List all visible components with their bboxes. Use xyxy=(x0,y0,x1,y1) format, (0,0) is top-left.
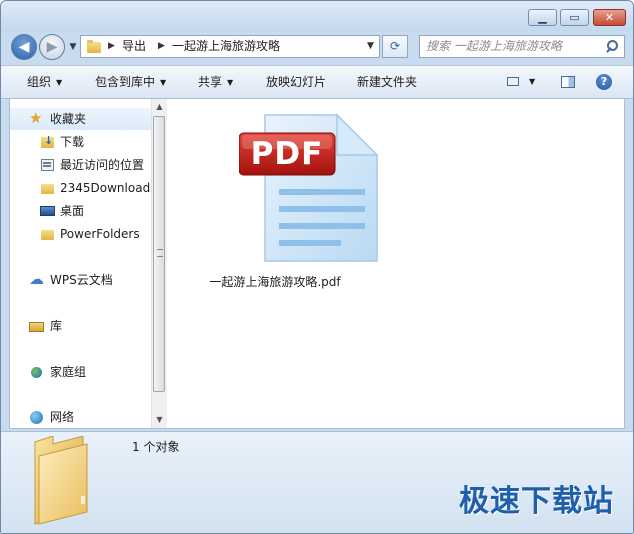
share-menu[interactable]: 共享 ▼ xyxy=(198,74,233,91)
scroll-down-button[interactable]: ▼ xyxy=(152,412,167,428)
navigation-pane-scrollbar[interactable]: ▲ ▼ xyxy=(151,99,167,428)
sidebar-item-recent-places[interactable]: 最近访问的位置 xyxy=(10,154,151,176)
sidebar-item-wps-cloud[interactable]: WPS云文档 xyxy=(10,269,151,291)
dropdown-arrow-icon: ▼ xyxy=(227,78,234,87)
file-item-pdf[interactable]: PDF 一起游上海旅游攻略.pdf xyxy=(191,107,378,293)
file-name: 一起游上海旅游攻略.pdf xyxy=(209,275,341,289)
file-list: PDF 一起游上海旅游攻略.pdf xyxy=(167,99,624,428)
include-in-library-label: 包含到库中 xyxy=(95,75,156,89)
sidebar-item-label: 最近访问的位置 xyxy=(60,158,145,172)
dropdown-arrow-icon: ▼ xyxy=(160,78,167,87)
help-icon[interactable] xyxy=(596,74,612,90)
folder-icon xyxy=(34,436,88,525)
homegroup-icon xyxy=(29,365,44,379)
organize-menu[interactable]: 组织 ▼ xyxy=(27,74,62,91)
watermark-logo: 极速下载站 xyxy=(459,484,614,519)
sidebar-item-label: 收藏夹 xyxy=(50,112,87,126)
favorites-star-icon xyxy=(29,109,44,127)
details-pane: 1 个对象 极速下载站 xyxy=(1,431,633,533)
view-options-dropdown[interactable]: ▼ xyxy=(529,74,535,90)
sidebar-item-label: PowerFolders xyxy=(60,227,140,241)
refresh-button[interactable]: ⟳ xyxy=(382,35,408,58)
back-arrow-icon: ◀ xyxy=(18,39,30,55)
sidebar-item-network[interactable]: 网络 xyxy=(10,406,151,428)
breadcrumb-separator[interactable]: ▶ xyxy=(108,39,115,54)
new-folder-button[interactable]: 新建文件夹 xyxy=(357,74,417,90)
sidebar-item-desktop[interactable]: 桌面 xyxy=(10,200,151,222)
explorer-window: ▁ ▭ ✕ ◀ ▶ ▼ ▶ 导出 ▶ 一起游上海旅游攻略 ▼ ⟳ 搜索 一起游上… xyxy=(0,0,634,534)
library-icon xyxy=(29,319,44,333)
downloads-folder-icon xyxy=(40,134,55,149)
sidebar-item-homegroup[interactable]: 家庭组 xyxy=(10,361,151,383)
sidebar-item-libraries[interactable]: 库 xyxy=(10,315,151,337)
search-placeholder: 搜索 一起游上海旅游攻略 xyxy=(426,39,562,53)
desktop-icon xyxy=(40,204,55,218)
cloud-icon xyxy=(29,270,44,288)
sidebar-item-label: 家庭组 xyxy=(50,365,87,379)
sidebar-item-favorites[interactable]: 收藏夹 xyxy=(10,108,151,130)
search-input[interactable]: 搜索 一起游上海旅游攻略 xyxy=(419,35,625,58)
minimize-button[interactable]: ▁ xyxy=(528,9,557,26)
network-icon xyxy=(29,410,44,424)
recent-places-icon xyxy=(40,158,55,172)
sidebar-item-2345downloads[interactable]: 2345Downloads xyxy=(10,177,151,199)
change-view-icon[interactable] xyxy=(506,74,520,90)
pdf-badge-text: PDF xyxy=(250,136,324,172)
item-count: 1 个对象 xyxy=(132,440,180,454)
sidebar-item-label: 2345Downloads xyxy=(60,181,151,195)
content-area: 收藏夹 下载 最近访问的位置 2345Downloads 桌面 PowerFol… xyxy=(9,98,625,429)
forward-button[interactable]: ▶ xyxy=(39,34,65,60)
scrollbar-grip-icon xyxy=(157,249,163,257)
slideshow-button[interactable]: 放映幻灯片 xyxy=(266,74,326,90)
scrollbar-thumb[interactable] xyxy=(153,116,165,392)
sidebar-item-label: 网络 xyxy=(50,410,75,424)
maximize-button[interactable]: ▭ xyxy=(560,9,589,26)
recent-pages-dropdown[interactable]: ▼ xyxy=(67,41,79,53)
folder-icon xyxy=(40,181,55,195)
title-bar: ▁ ▭ ✕ xyxy=(1,1,633,31)
sidebar-item-label: 下载 xyxy=(60,135,85,149)
dropdown-arrow-icon: ▼ xyxy=(56,78,63,87)
close-button[interactable]: ✕ xyxy=(593,9,626,26)
sidebar-item-label: 库 xyxy=(50,319,63,333)
forward-arrow-icon: ▶ xyxy=(46,39,58,55)
sidebar-item-downloads[interactable]: 下载 xyxy=(10,131,151,153)
address-history-dropdown[interactable]: ▼ xyxy=(367,39,374,54)
back-button[interactable]: ◀ xyxy=(11,34,37,60)
navigation-pane: 收藏夹 下载 最近访问的位置 2345Downloads 桌面 PowerFol… xyxy=(10,99,151,428)
navigation-bar: ◀ ▶ ▼ ▶ 导出 ▶ 一起游上海旅游攻略 ▼ ⟳ 搜索 一起游上海旅游攻略 xyxy=(1,31,633,63)
folder-icon xyxy=(40,227,55,241)
refresh-icon: ⟳ xyxy=(389,39,401,53)
preview-pane-icon[interactable] xyxy=(560,74,576,90)
sidebar-item-label: 桌面 xyxy=(60,204,85,218)
folder-icon xyxy=(87,40,101,53)
sidebar-item-label: WPS云文档 xyxy=(50,273,113,287)
scroll-up-button[interactable]: ▲ xyxy=(152,99,167,115)
command-bar: 组织 ▼ 包含到库中 ▼ 共享 ▼ 放映幻灯片 新建文件夹 ▼ xyxy=(1,65,633,99)
sidebar-item-powerfolders[interactable]: PowerFolders xyxy=(10,223,151,245)
breadcrumb-separator[interactable]: ▶ xyxy=(158,39,165,54)
breadcrumb-export[interactable]: 导出 xyxy=(122,39,146,54)
organize-label: 组织 xyxy=(27,75,52,89)
breadcrumb-current-folder[interactable]: 一起游上海旅游攻略 xyxy=(172,39,280,54)
search-icon[interactable] xyxy=(605,38,619,54)
include-in-library-menu[interactable]: 包含到库中 ▼ xyxy=(95,74,166,91)
address-bar[interactable]: ▶ 导出 ▶ 一起游上海旅游攻略 ▼ xyxy=(80,35,380,58)
share-label: 共享 xyxy=(198,75,223,89)
